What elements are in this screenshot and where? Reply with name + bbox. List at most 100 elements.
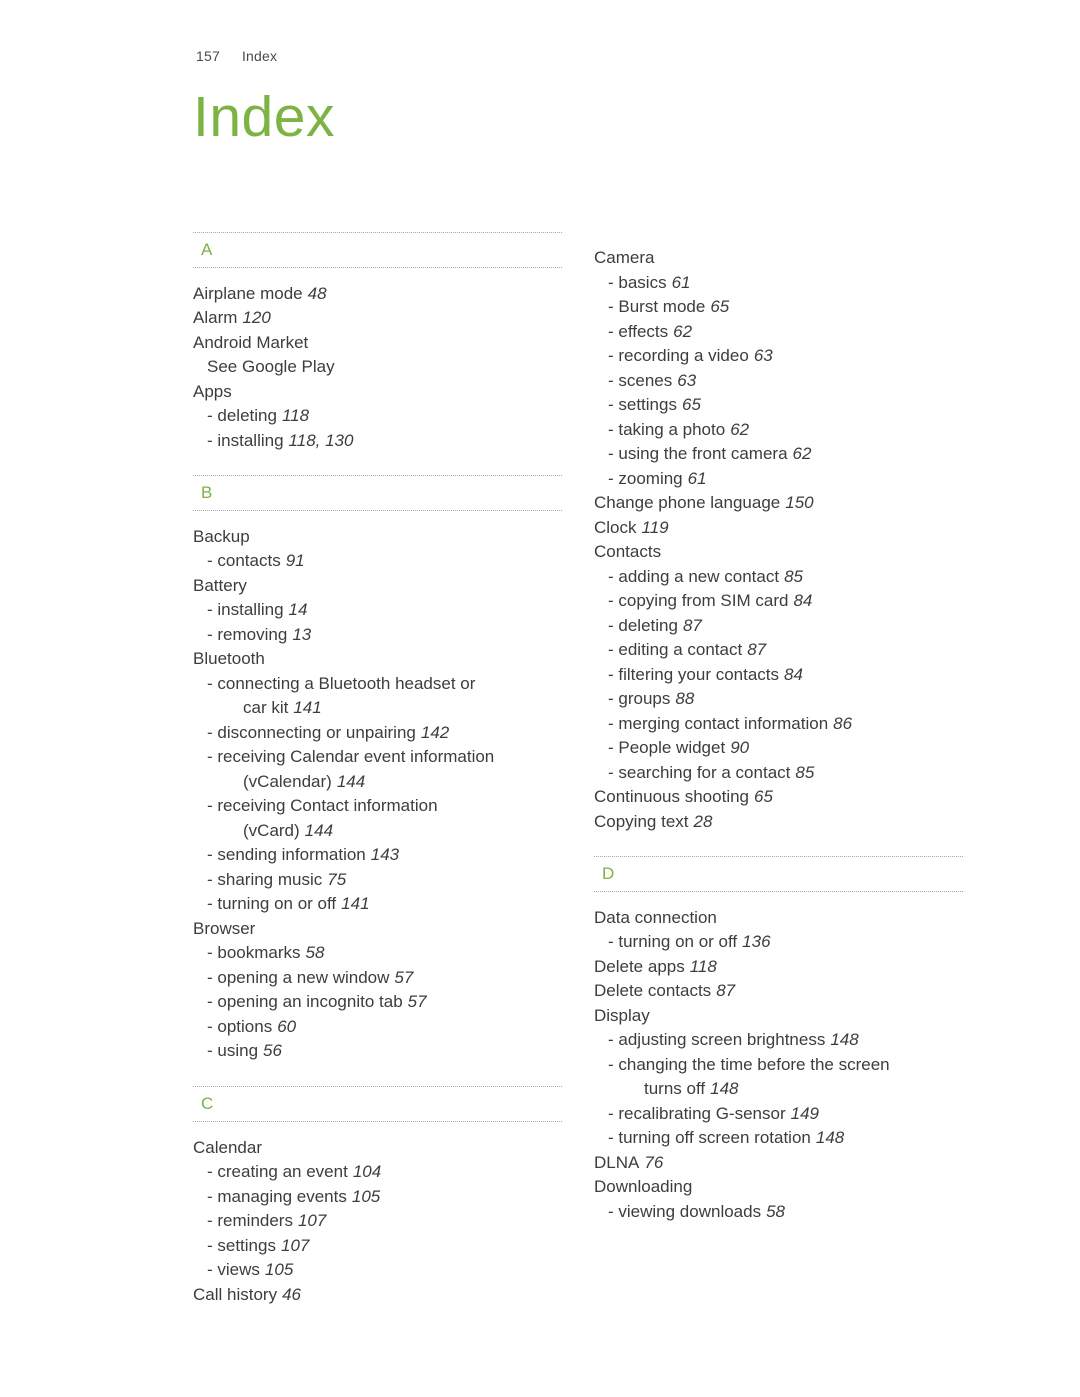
section-letter: B: [201, 483, 213, 503]
index-entry: (vCard) 144: [193, 819, 562, 844]
index-entry: - receiving Calendar event information: [193, 745, 562, 770]
header-label: Index: [241, 48, 278, 64]
index-entry-page: 57: [394, 967, 414, 987]
index-entry: Bluetooth: [193, 647, 562, 672]
index-entry: Calendar: [193, 1136, 562, 1161]
index-entry-label: - turning on or off: [608, 932, 738, 952]
index-entry: Alarm 120: [193, 306, 562, 331]
index-entry-label: DLNA: [594, 1152, 640, 1172]
index-entry: - zooming 61: [594, 467, 963, 492]
index-entry-page: 28: [693, 811, 713, 831]
index-entry-label: - adjusting screen brightness: [608, 1030, 826, 1050]
index-entry-list: Calendar - creating an event 104- managing…: [193, 1122, 562, 1308]
index-entry: - scenes 63: [594, 369, 963, 394]
index-columns: A Airplane mode 48 Alarm 120 Android Market Se…: [193, 232, 963, 1307]
index-column-left: A Airplane mode 48 Alarm 120 Android Market Se…: [193, 232, 562, 1307]
index-entry-page: 120: [242, 308, 271, 328]
index-entry: - disconnecting or unpairing 142: [193, 721, 562, 746]
index-entry-label: - disconnecting or unpairing: [207, 722, 416, 742]
index-entry-label: See Google Play: [207, 357, 335, 377]
index-entry-label: Contacts: [594, 542, 662, 561]
index-entry: - recalibrating G-sensor 149: [594, 1102, 963, 1127]
page-number: 157: [196, 48, 220, 64]
index-entry-list: Camera - basics 61- Burst mode 65- effects 6…: [594, 232, 963, 834]
index-entry-page: 144: [304, 820, 334, 840]
index-entry-page: 85: [795, 762, 815, 782]
index-entry-page: 84: [793, 591, 813, 610]
index-entry-label: - installing: [207, 600, 284, 620]
index-entry-label: - deleting: [608, 615, 678, 635]
index-entry: Continuous shooting 65: [594, 785, 963, 810]
index-entry: - contacts 91: [193, 549, 562, 574]
index-column-right: Camera - basics 61- Burst mode 65- effects 6…: [594, 232, 963, 1307]
index-entry-page: 141: [293, 698, 322, 718]
index-entry-page: 63: [677, 370, 697, 390]
index-entry-label: - contacts: [207, 551, 281, 571]
page-title: Index: [193, 85, 335, 149]
index-entry: Display: [594, 1004, 963, 1029]
index-entry-page: 142: [420, 722, 450, 742]
index-entry: - basics 61: [594, 271, 963, 296]
index-entry-page: 62: [673, 321, 693, 341]
index-entry: - adjusting screen brightness 148: [594, 1028, 963, 1053]
index-entry: Call history 46: [193, 1283, 562, 1308]
index-entry-page: 46: [282, 1284, 302, 1304]
index-entry-label: - copying from SIM card: [608, 591, 789, 610]
index-entry: - bookmarks 58: [193, 941, 562, 966]
index-entry: - installing 118, 130: [193, 429, 562, 454]
index-entry: Browser: [193, 917, 562, 942]
index-entry-page: 118: [689, 956, 717, 976]
index-entry: - reminders 107: [193, 1209, 562, 1234]
index-entry: - installing 14: [193, 598, 562, 623]
index-entry-label: (vCard): [243, 820, 300, 840]
index-entry-page: 62: [792, 444, 812, 463]
index-entry-label: - recalibrating G-sensor: [608, 1103, 786, 1123]
index-entry: - views 105: [193, 1258, 562, 1283]
index-entry: - sending information 143: [193, 843, 562, 868]
index-entry-label: - zooming: [608, 468, 683, 488]
section-letter: D: [602, 864, 615, 883]
index-entry-page: 87: [747, 640, 767, 659]
index-entry-page: 118, 130: [288, 430, 354, 450]
index-entry: - deleting 87: [594, 614, 963, 639]
index-entry-page: 150: [785, 493, 814, 512]
index-entry-page: 62: [730, 419, 750, 439]
index-entry: Airplane mode 48: [193, 282, 562, 307]
index-entry: - creating an event 104: [193, 1160, 562, 1185]
index-entry-label: - changing the time before the screen: [608, 1054, 890, 1074]
index-entry: - receiving Contact information: [193, 794, 562, 819]
section-letter: C: [201, 1093, 214, 1113]
index-entry: Clock 119: [594, 516, 963, 541]
index-entry: Copying text 28: [594, 810, 963, 835]
index-entry-page: 87: [716, 981, 736, 1001]
index-entry-label: - merging contact information: [608, 713, 829, 733]
index-entry: - deleting 118: [193, 404, 562, 429]
index-entry-label: Clock: [594, 517, 637, 537]
index-entry: - Burst mode 65: [594, 295, 963, 320]
index-entry-page: 107: [297, 1211, 327, 1231]
index-entry-label: - removing: [207, 624, 288, 644]
index-entry-list: Data connection - turning on or off 136 Del…: [594, 892, 963, 1225]
index-section: Camera - basics 61- Burst mode 65- effects 6…: [594, 232, 963, 856]
index-section: A Airplane mode 48 Alarm 120 Android Market Se…: [193, 232, 562, 475]
index-entry-label: - searching for a contact: [608, 762, 791, 782]
index-entry-page: 84: [784, 664, 803, 684]
index-entry-label: - bookmarks: [207, 943, 301, 963]
index-page: 157 Index Index A Airplane mode 48 Alarm 120 A…: [0, 0, 1080, 1397]
index-entry-page: 148: [710, 1079, 739, 1099]
index-entry-label: - creating an event: [207, 1162, 348, 1182]
index-entry-page: 75: [327, 869, 347, 889]
index-entry: Apps: [193, 380, 562, 405]
index-entry: car kit 141: [193, 696, 562, 721]
index-entry-page: 144: [336, 771, 366, 791]
index-entry-label: Browser: [193, 918, 256, 938]
index-entry-label: - reminders: [207, 1211, 293, 1231]
index-entry-label: - turning off screen rotation: [608, 1128, 811, 1148]
index-entry: - connecting a Bluetooth headset or: [193, 672, 562, 697]
index-entry: - turning off screen rotation 148: [594, 1126, 963, 1151]
index-section: D Data connection - turning on or off 136 De…: [594, 856, 963, 1224]
index-entry: Contacts: [594, 540, 963, 565]
index-entry-label: Alarm: [193, 308, 238, 328]
index-entry-label: - viewing downloads: [608, 1201, 762, 1221]
index-entry-list: Airplane mode 48 Alarm 120 Android Market See…: [193, 268, 562, 454]
